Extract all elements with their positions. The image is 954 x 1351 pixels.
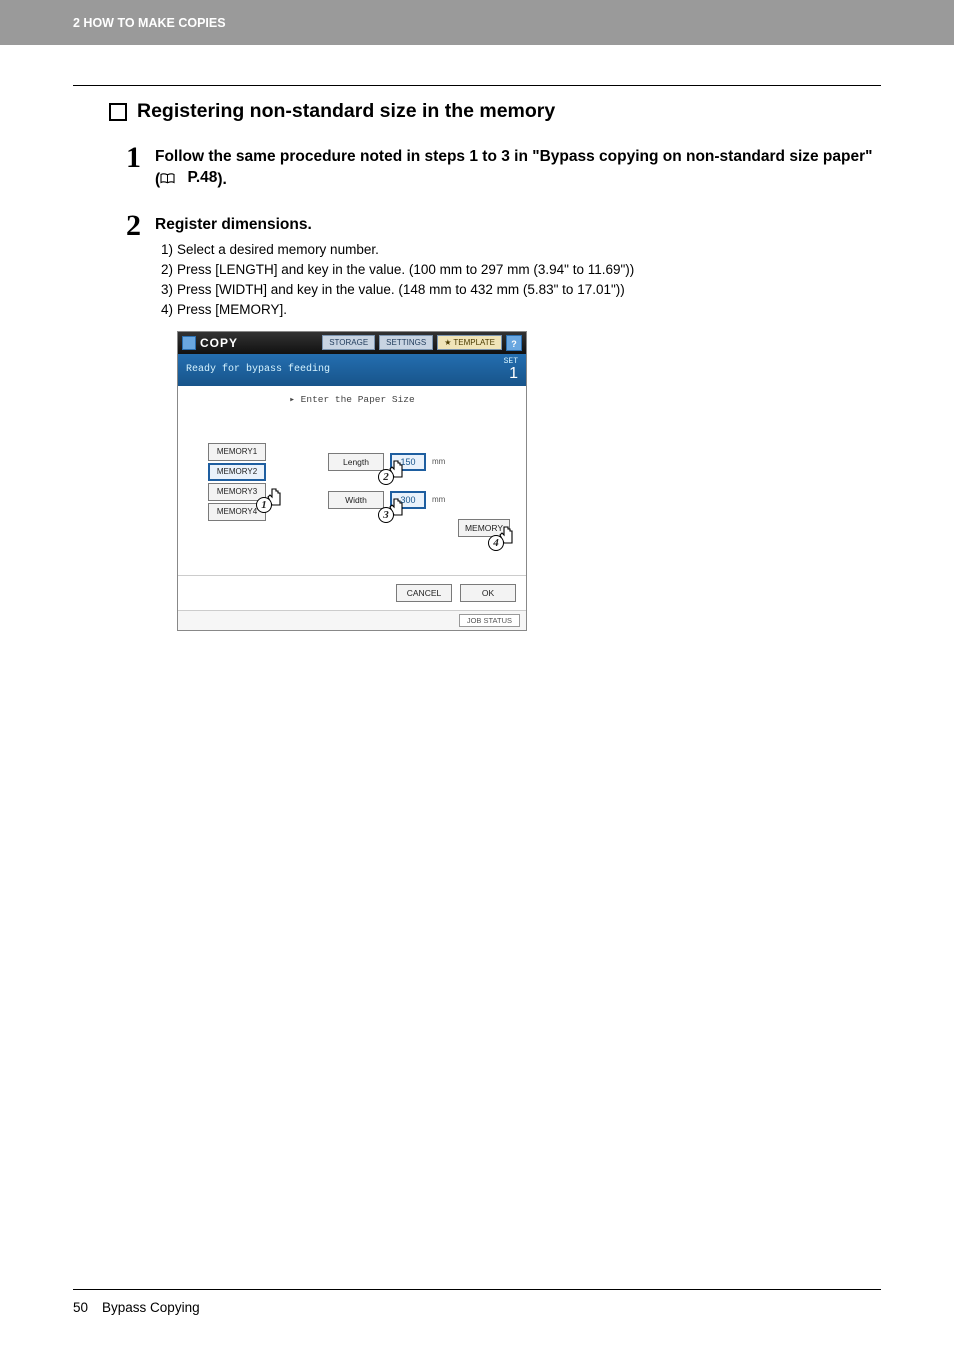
status-text: Ready for bypass feeding — [186, 364, 330, 375]
status-bar: Ready for bypass feeding SET1 — [178, 354, 526, 386]
chapter-header: 2 HOW TO MAKE COPIES — [0, 0, 954, 45]
page-reference[interactable]: P.48 — [160, 168, 217, 189]
checkbox-icon — [109, 103, 127, 121]
callout-2: 2 — [378, 469, 394, 485]
length-button[interactable]: Length — [328, 453, 384, 471]
step-head: Follow the same procedure noted in steps… — [155, 147, 881, 191]
length-value: 150 — [390, 453, 426, 471]
page-footer: 50 Bypass Copying — [0, 1289, 954, 1315]
page-number: 50 — [73, 1300, 88, 1315]
width-button[interactable]: Width — [328, 491, 384, 509]
substeps: 1)Select a desired memory number. 2)Pres… — [155, 240, 881, 321]
cancel-button[interactable]: CANCEL — [396, 584, 452, 602]
ok-button[interactable]: OK — [460, 584, 516, 602]
memory-set-button[interactable]: MEMORY — [458, 519, 510, 537]
panel-prompt: ▸ Enter the Paper Size — [178, 386, 526, 405]
content-divider — [73, 85, 881, 86]
panel-footer-buttons: CANCEL OK — [178, 575, 526, 610]
star-icon: ★ — [444, 338, 451, 347]
memory2-button[interactable]: MEMORY2 — [208, 463, 266, 481]
set-count: 1 — [509, 365, 518, 382]
width-value: 300 — [390, 491, 426, 509]
step-2: 2 Register dimensions. 1)Select a desire… — [121, 211, 881, 631]
step-head-text-b: ). — [217, 171, 226, 188]
copier-panel: COPY STORAGE SETTINGS ★TEMPLATE ? Ready … — [177, 331, 527, 631]
chapter-header-text: 2 HOW TO MAKE COPIES — [73, 16, 226, 30]
length-unit: mm — [432, 457, 445, 466]
callout-4: 4 — [488, 535, 504, 551]
panel-titlebar: COPY STORAGE SETTINGS ★TEMPLATE ? — [178, 332, 526, 354]
job-status-bar: JOB STATUS — [178, 610, 526, 630]
help-button[interactable]: ? — [506, 335, 522, 351]
step-1: 1 Follow the same procedure noted in ste… — [121, 143, 881, 191]
footer-title: Bypass Copying — [102, 1300, 200, 1315]
template-tab[interactable]: ★TEMPLATE — [437, 335, 502, 350]
section-title: Registering non-standard size in the mem… — [109, 100, 881, 123]
memory1-button[interactable]: MEMORY1 — [208, 443, 266, 461]
panel-body: MEMORY1 MEMORY2 MEMORY3 MEMORY4 Length 1… — [178, 405, 526, 575]
hand-icon: 1 — [266, 487, 286, 509]
step-number: 1 — [121, 143, 141, 191]
book-icon — [160, 173, 175, 184]
panel-title: COPY — [200, 336, 238, 350]
memory4-button[interactable]: MEMORY4 — [208, 503, 266, 521]
page-ref-text: P.48 — [187, 168, 217, 189]
memory3-button[interactable]: MEMORY3 — [208, 483, 266, 501]
callout-3: 3 — [378, 507, 394, 523]
footer-divider — [73, 1289, 881, 1290]
job-status-button[interactable]: JOB STATUS — [459, 614, 520, 627]
storage-tab[interactable]: STORAGE — [322, 335, 375, 350]
settings-tab[interactable]: SETTINGS — [379, 335, 433, 350]
section-title-text: Registering non-standard size in the mem… — [137, 100, 555, 123]
copy-mode-icon — [182, 336, 196, 350]
width-unit: mm — [432, 495, 445, 504]
step-number: 2 — [121, 211, 141, 631]
step-head: Register dimensions. — [155, 215, 881, 236]
step-head-text-a: Follow the same procedure noted in steps… — [155, 148, 873, 188]
